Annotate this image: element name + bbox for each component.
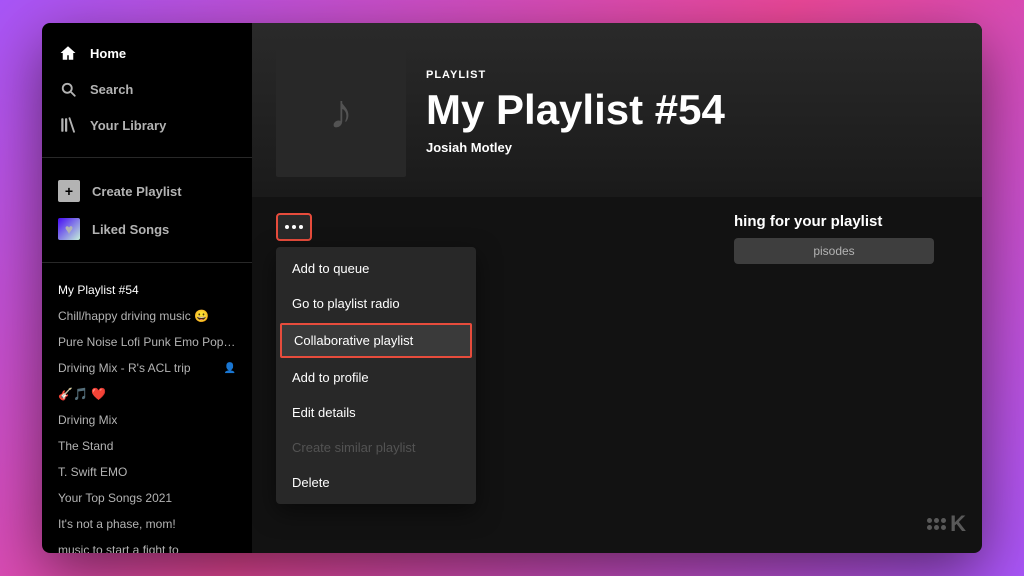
list-item[interactable]: It's not a phase, mom! (42, 511, 252, 537)
context-menu-edit-details[interactable]: Edit details (276, 395, 476, 430)
playlist-type: PLAYLIST (426, 69, 725, 81)
playlist-info: PLAYLIST My Playlist #54 Josiah Motley (426, 69, 725, 154)
list-item[interactable]: Pure Noise Lofi Punk Emo Pop P... (42, 329, 252, 355)
playlist-thumbnail: ♪ (276, 47, 406, 177)
playlist-title: My Playlist #54 (426, 87, 725, 133)
main-body: Add to queue Go to playlist radio Collab… (252, 197, 982, 553)
playlist-list: My Playlist #54 Chill/happy driving musi… (42, 269, 252, 553)
context-menu-item-label: Add to profile (292, 370, 369, 385)
context-menu-item-label: Delete (292, 475, 330, 490)
liked-songs-icon: ♥ (58, 218, 80, 240)
logo-dot (927, 518, 932, 523)
dot (299, 225, 303, 229)
library-icon (58, 115, 78, 135)
liked-songs-label: Liked Songs (92, 222, 169, 237)
sidebar: Home Search Your Library (42, 23, 252, 553)
main-content: ♪ PLAYLIST My Playlist #54 Josiah Motley… (252, 23, 982, 553)
sidebar-actions: + Create Playlist ♥ Liked Songs (42, 164, 252, 256)
home-label: Home (90, 46, 126, 61)
list-item[interactable]: My Playlist #54 (42, 277, 252, 303)
library-label: Your Library (90, 118, 166, 133)
playlist-item-label: T. Swift EMO (58, 465, 127, 479)
toolbar-row: Add to queue Go to playlist radio Collab… (276, 213, 958, 241)
sidebar-divider-2 (42, 262, 252, 263)
playlist-item-label: Driving Mix (58, 413, 117, 427)
dot (285, 225, 289, 229)
playlist-item-label: Pure Noise Lofi Punk Emo Pop P... (58, 335, 236, 349)
list-item[interactable]: Your Top Songs 2021 (42, 485, 252, 511)
music-note-icon: ♪ (329, 85, 353, 140)
logo-dot (934, 525, 939, 530)
logo-dot (927, 525, 932, 530)
logo-letter: K (950, 511, 966, 537)
search-icon (58, 79, 78, 99)
sidebar-item-library[interactable]: Your Library (42, 107, 252, 143)
create-playlist-icon: + (58, 180, 80, 202)
sidebar-item-home[interactable]: Home (42, 35, 252, 71)
context-menu-add-to-queue[interactable]: Add to queue (276, 251, 476, 286)
context-menu-add-to-profile[interactable]: Add to profile (276, 360, 476, 395)
playlist-item-label: My Playlist #54 (58, 283, 139, 297)
create-playlist-label: Create Playlist (92, 184, 182, 199)
playlist-item-label: 🎸🎵 ❤️ (58, 387, 106, 401)
list-item[interactable]: 🎸🎵 ❤️ (42, 381, 252, 407)
liked-songs-item[interactable]: ♥ Liked Songs (42, 210, 252, 248)
list-item[interactable]: The Stand (42, 433, 252, 459)
logo-dot (941, 518, 946, 523)
list-item[interactable]: Chill/happy driving music 😀 (42, 303, 252, 329)
context-menu-collaborative[interactable]: Collaborative playlist (280, 323, 472, 358)
knowtechie-logo: K (927, 511, 966, 537)
list-item[interactable]: Driving Mix - R's ACL trip 👤 (42, 355, 252, 381)
context-menu-create-similar: Create similar playlist (276, 430, 476, 465)
find-heading-text: hing for your playlist (734, 213, 882, 230)
context-menu-delete[interactable]: Delete (276, 465, 476, 500)
list-item[interactable]: T. Swift EMO (42, 459, 252, 485)
collab-icon: 👤 (224, 363, 236, 374)
context-menu-item-label: Go to playlist radio (292, 296, 400, 311)
episodes-text: pisodes (813, 244, 854, 258)
playlist-item-label: music to start a fight to (58, 543, 179, 553)
playlist-item-label: The Stand (58, 439, 113, 453)
list-item[interactable]: music to start a fight to (42, 537, 252, 553)
playlist-author: Josiah Motley (426, 140, 725, 155)
create-playlist-item[interactable]: + Create Playlist (42, 172, 252, 210)
dot (292, 225, 296, 229)
search-placeholder[interactable]: pisodes (734, 238, 934, 264)
search-label: Search (90, 82, 133, 97)
context-menu-item-label: Create similar playlist (292, 440, 416, 455)
logo-dots (927, 518, 946, 530)
sidebar-item-search[interactable]: Search (42, 71, 252, 107)
home-icon (58, 43, 78, 63)
playlist-item-label: Chill/happy driving music 😀 (58, 309, 209, 323)
sidebar-divider (42, 157, 252, 158)
playlist-item-label: Driving Mix - R's ACL trip (58, 361, 191, 375)
logo-dot (941, 525, 946, 530)
context-menu-item-label: Collaborative playlist (294, 333, 413, 348)
playlist-item-label: It's not a phase, mom! (58, 517, 176, 531)
list-item[interactable]: Driving Mix (42, 407, 252, 433)
more-options-button[interactable] (276, 213, 312, 241)
find-heading: hing for your playlist (734, 213, 934, 230)
context-menu-item-label: Add to queue (292, 261, 369, 276)
playlist-item-label: Your Top Songs 2021 (58, 491, 172, 505)
main-header: ♪ PLAYLIST My Playlist #54 Josiah Motley (252, 23, 982, 197)
logo-dot (934, 518, 939, 523)
context-menu-item-label: Edit details (292, 405, 356, 420)
sidebar-nav: Home Search Your Library (42, 23, 252, 151)
app-container: Home Search Your Library (42, 23, 982, 553)
context-menu: Add to queue Go to playlist radio Collab… (276, 247, 476, 504)
context-menu-go-to-radio[interactable]: Go to playlist radio (276, 286, 476, 321)
find-section: hing for your playlist pisodes (734, 213, 934, 264)
